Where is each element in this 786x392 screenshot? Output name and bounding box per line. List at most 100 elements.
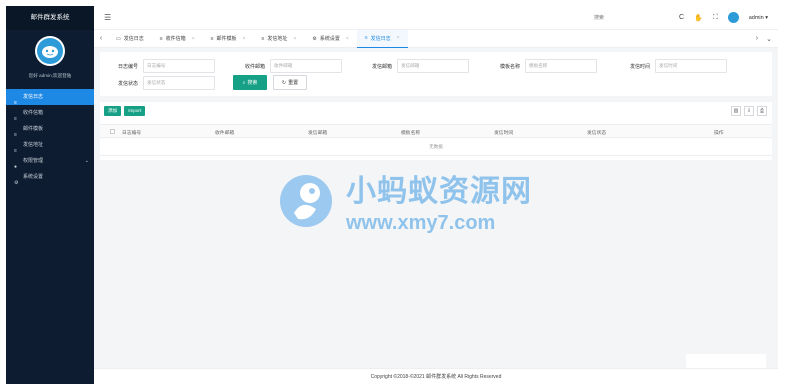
app-frame: 邮件群发系统 您好 admin,欢迎登陆 ≡ 发信日志 ≡ 收件信箱 ≡ 邮件模… (6, 6, 778, 384)
top-search[interactable]: 搜索 (594, 14, 604, 21)
columns-icon[interactable]: ▥ (731, 106, 741, 116)
sidebar: 邮件群发系统 您好 admin,欢迎登陆 ≡ 发信日志 ≡ 收件信箱 ≡ 邮件模… (6, 6, 94, 384)
search-panel: 日志编号 日志编号 收件邮箱 收件邮箱 发信邮箱 发信邮箱 模板名称 模板名称 … (100, 52, 772, 96)
sidebar-item-label: 系统设置 (23, 174, 44, 180)
sender-input[interactable]: 发信邮箱 (397, 59, 469, 73)
table-panel: 添加 Import ▥ ⇩ ⎙ 日志编号 收件邮箱 发信邮箱 模板名称 发信时间… (100, 102, 772, 160)
list-icon: ≡ (210, 35, 214, 42)
user-menu[interactable]: admin ▾ (749, 15, 768, 21)
gear-icon: ⚙ (14, 179, 19, 186)
scroll-area (686, 354, 766, 368)
field-label: 发信时间 (629, 63, 650, 70)
status-input[interactable]: 发信状态 (143, 76, 215, 90)
tab-send-log-home[interactable]: ▭ 发信日志 (108, 30, 152, 48)
sidebar-item-label: 权限管理 (23, 158, 44, 164)
search-button[interactable]: ⌕ 搜索 (233, 75, 267, 90)
table-header: 日志编号 收件邮箱 发信邮箱 模板名称 发信时间 发信状态 操作 (100, 124, 772, 138)
user-avatar-small[interactable] (727, 12, 739, 23)
gear-icon: ⚙ (312, 35, 317, 42)
caret-down-icon: ▾ (765, 14, 768, 21)
close-icon[interactable]: × (293, 36, 296, 42)
tab-send-log[interactable]: ≡ 发信日志 × (356, 29, 408, 48)
export-icon[interactable]: ⇩ (744, 106, 754, 116)
monitor-icon: ▭ (116, 35, 121, 42)
tab-scroll-right-icon[interactable]: › (756, 35, 758, 43)
refresh-icon[interactable]: C (679, 14, 684, 21)
footer: Copyright ©2018-©2021 邮件群发系统 All Rights … (94, 368, 778, 384)
tab-sender-address[interactable]: ≡ 发信地址 × (253, 30, 304, 48)
column-header[interactable]: 收件邮箱 (215, 129, 234, 136)
users-icon: ● (14, 163, 18, 170)
field-label: 模板名称 (499, 63, 520, 70)
add-button[interactable]: 添加 (104, 106, 122, 116)
sidebar-item-label: 邮件模板 (23, 126, 44, 132)
list-icon: ≡ (14, 115, 17, 122)
column-header[interactable]: 发信时间 (494, 129, 513, 136)
field-status: 发信状态 发信状态 (110, 76, 215, 90)
column-header[interactable]: 发信状态 (587, 129, 606, 136)
close-icon[interactable]: × (192, 36, 195, 42)
list-icon: ≡ (14, 147, 17, 154)
send-time-input[interactable]: 发信时间 (655, 59, 727, 73)
list-icon: ≡ (364, 35, 368, 41)
search-icon: ⌕ (242, 79, 246, 86)
import-button[interactable]: Import (124, 106, 146, 116)
column-header[interactable]: 日志编号 (122, 129, 141, 136)
sidebar-item-permissions[interactable]: ● 权限管理 ⌄ (6, 153, 94, 170)
column-header: 操作 (714, 131, 724, 136)
tab-label: 发信日志 (370, 35, 391, 42)
list-icon: ≡ (159, 35, 163, 42)
watermark: 小蚂蚁资源网 www.xmy7.com (276, 166, 532, 235)
reset-button-label: 重置 (288, 80, 299, 86)
field-label: 收件邮箱 (244, 63, 265, 70)
sidebar-menu: ≡ 发信日志 ≡ 收件信箱 ≡ 邮件模板 ≡ 发信地址 ● 权限管理 ⌄ ⚙ 系… (6, 89, 94, 186)
field-label: 发信邮箱 (371, 63, 392, 70)
list-icon: ≡ (14, 99, 17, 106)
sidebar-item-sender-address[interactable]: ≡ 发信地址 (6, 137, 94, 154)
tab-inbox[interactable]: ≡ 收件信箱 × (152, 30, 203, 48)
tab-templates[interactable]: ≡ 邮件模板 × (203, 30, 254, 48)
recipient-input[interactable]: 收件邮箱 (270, 59, 342, 73)
app-title: 邮件群发系统 (6, 6, 94, 30)
tab-menu-chevron-icon[interactable]: ⌄ (766, 35, 772, 43)
user-caption: 您好 admin,欢迎登陆 (28, 73, 72, 78)
refresh-icon: ↻ (281, 79, 287, 86)
sidebar-item-send-log[interactable]: ≡ 发信日志 (6, 89, 94, 106)
reset-button[interactable]: ↻ 重置 (273, 75, 307, 90)
tab-settings[interactable]: ⚙ 系统设置 × (304, 30, 356, 48)
top-bar: ☰ 搜索 C ✋ ⛶ admin ▾ (94, 6, 778, 30)
close-icon[interactable]: × (243, 36, 246, 42)
sidebar-item-label: 收件信箱 (23, 110, 44, 116)
watermark-logo-icon (280, 174, 332, 227)
sidebar-item-inbox[interactable]: ≡ 收件信箱 (6, 105, 94, 122)
template-input[interactable]: 模板名称 (525, 59, 597, 73)
print-icon[interactable]: ⎙ (757, 106, 767, 116)
select-all-checkbox[interactable] (110, 129, 115, 134)
column-header[interactable]: 模板名称 (401, 129, 420, 136)
field-recipient: 收件邮箱 收件邮箱 (237, 59, 342, 73)
tab-label: 发信地址 (267, 36, 288, 42)
tab-label: 邮件模板 (216, 36, 237, 42)
watermark-url: www.xmy7.com (346, 212, 496, 234)
empty-state: 无数据 (100, 138, 772, 156)
close-icon[interactable]: × (397, 35, 400, 41)
sidebar-item-templates[interactable]: ≡ 邮件模板 (6, 121, 94, 138)
tab-label: 系统设置 (319, 36, 340, 42)
tab-bar: ‹ ▭ 发信日志 ≡ 收件信箱 × ≡ 邮件模板 × ≡ 发信地址 × ⚙ 系统… (94, 29, 778, 48)
sidebar-item-label: 发信地址 (23, 142, 44, 148)
tab-scroll-left-icon[interactable]: ‹ (94, 35, 108, 42)
field-label: 发信状态 (117, 80, 138, 87)
field-log-id: 日志编号 日志编号 (110, 59, 215, 73)
avatar-face-icon (42, 46, 58, 58)
user-avatar[interactable] (35, 36, 65, 66)
close-icon[interactable]: × (346, 36, 349, 42)
menu-toggle-icon[interactable]: ☰ (104, 13, 112, 22)
column-header[interactable]: 发信邮箱 (308, 129, 327, 136)
fullscreen-icon[interactable]: ⛶ (713, 14, 718, 22)
hand-icon[interactable]: ✋ (694, 14, 703, 22)
tab-label: 发信日志 (123, 36, 144, 42)
field-label: 日志编号 (117, 63, 138, 70)
sidebar-item-settings[interactable]: ⚙ 系统设置 (6, 169, 94, 186)
user-name: admin (748, 14, 764, 21)
log-id-input[interactable]: 日志编号 (143, 59, 215, 73)
